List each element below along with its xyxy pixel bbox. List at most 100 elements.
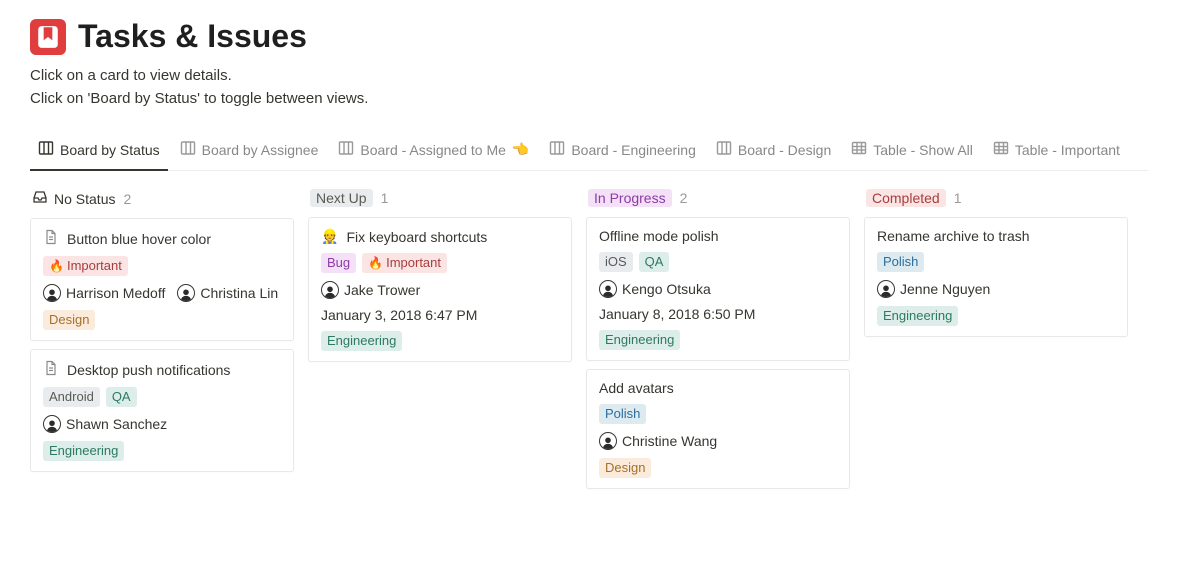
tab-board-design[interactable]: Board - Design <box>708 134 839 171</box>
board-icon <box>180 140 196 159</box>
card-tags: Polish <box>599 404 837 424</box>
tab-board-by-status[interactable]: Board by Status <box>30 134 168 171</box>
card-team-tags: Engineering <box>877 306 1115 326</box>
assignee-name: Jenne Nguyen <box>900 281 990 297</box>
card-emoji-icon: 👷 <box>321 228 338 245</box>
column-next-up: Next Up 1 👷 Fix keyboard shortcuts Bug 🔥Imp… <box>308 185 572 370</box>
avatar-icon <box>599 280 617 298</box>
tab-label: Table - Important <box>1015 142 1120 158</box>
table-icon <box>993 140 1009 159</box>
column-title: In Progress <box>588 189 672 207</box>
column-completed: Completed 1 Rename archive to trash Polis… <box>864 185 1128 345</box>
tag-important: 🔥Important <box>43 256 128 276</box>
card[interactable]: Button blue hover color 🔥Important Harris… <box>30 218 294 341</box>
tab-table-important[interactable]: Table - Important <box>985 134 1128 171</box>
card-title: Desktop push notifications <box>67 362 230 378</box>
assignee: Jenne Nguyen <box>877 280 990 298</box>
tag-ios: iOS <box>599 252 633 272</box>
tag-bug: Bug <box>321 253 356 273</box>
assignee: Shawn Sanchez <box>43 415 167 433</box>
card[interactable]: Desktop push notifications Android QA Shaw… <box>30 349 294 472</box>
tag-engineering: Engineering <box>599 330 680 350</box>
tab-label: Board - Assigned to Me <box>360 142 506 158</box>
assignee-name: Christina Lin <box>200 285 278 301</box>
card[interactable]: Add avatars Polish Christine Wang Design <box>586 369 850 489</box>
tab-board-assigned-to-me[interactable]: Board - Assigned to Me 👈 <box>330 134 537 171</box>
fire-icon: 🔥 <box>368 254 383 272</box>
card-date: January 3, 2018 6:47 PM <box>321 307 559 323</box>
avatar-icon <box>43 415 61 433</box>
card[interactable]: Rename archive to trash Polish Jenne Nguy… <box>864 217 1128 337</box>
assignee: Kengo Otsuka <box>599 280 711 298</box>
column-in-progress: In Progress 2 Offline mode polish iOS QA K… <box>586 185 850 497</box>
assignee-name: Harrison Medoff <box>66 285 165 301</box>
tag-engineering: Engineering <box>877 306 958 326</box>
assignee: Christina Lin <box>177 284 278 302</box>
assignee: Jake Trower <box>321 281 420 299</box>
column-count: 1 <box>954 190 962 206</box>
tab-label: Board by Status <box>60 142 160 158</box>
card-title: Offline mode polish <box>599 228 719 244</box>
card-title: Add avatars <box>599 380 674 396</box>
card-date: January 8, 2018 6:50 PM <box>599 306 837 322</box>
card[interactable]: Offline mode polish iOS QA Kengo Otsuka Ja… <box>586 217 850 361</box>
avatar-icon <box>599 432 617 450</box>
card-tags: Android QA <box>43 387 281 407</box>
tab-board-by-assignee[interactable]: Board by Assignee <box>172 134 327 171</box>
bookmark-icon <box>35 24 61 50</box>
tab-table-show-all[interactable]: Table - Show All <box>843 134 981 171</box>
column-header[interactable]: No Status 2 <box>30 185 294 218</box>
card-assignees: Harrison Medoff Christina Lin <box>43 284 281 302</box>
tab-board-engineering[interactable]: Board - Engineering <box>541 134 704 171</box>
column-header[interactable]: In Progress 2 <box>586 185 850 217</box>
subtitle-line-1: Click on a card to view details. <box>30 65 1148 88</box>
card-team-tags: Engineering <box>321 331 559 351</box>
board-icon <box>716 140 732 159</box>
assignee-name: Kengo Otsuka <box>622 281 711 297</box>
card[interactable]: 👷 Fix keyboard shortcuts Bug 🔥Important Jak… <box>308 217 572 362</box>
tab-label: Board - Engineering <box>571 142 696 158</box>
page-title: Tasks & Issues <box>78 18 307 55</box>
tag-important: 🔥Important <box>362 253 447 273</box>
card-tags: 🔥Important <box>43 256 281 276</box>
column-header[interactable]: Completed 1 <box>864 185 1128 217</box>
card-assignees: Kengo Otsuka <box>599 280 837 298</box>
assignee-name: Jake Trower <box>344 282 420 298</box>
avatar-icon <box>177 284 195 302</box>
tag-qa: QA <box>639 252 670 272</box>
tab-label: Board by Assignee <box>202 142 319 158</box>
tag-engineering: Engineering <box>43 441 124 461</box>
inbox-icon <box>32 189 48 208</box>
avatar-icon <box>877 280 895 298</box>
subtitle-line-2: Click on 'Board by Status' to toggle bet… <box>30 88 1148 111</box>
tag-engineering: Engineering <box>321 331 402 351</box>
card-title: Fix keyboard shortcuts <box>346 229 487 245</box>
tag-android: Android <box>43 387 100 407</box>
avatar-icon <box>321 281 339 299</box>
card-team-tags: Engineering <box>599 330 837 350</box>
table-icon <box>851 140 867 159</box>
fire-icon: 🔥 <box>49 257 64 275</box>
tag-qa: QA <box>106 387 137 407</box>
avatar-icon <box>43 284 61 302</box>
card-title: Rename archive to trash <box>877 228 1030 244</box>
tag-polish: Polish <box>599 404 646 424</box>
column-title-text: No Status <box>54 191 115 207</box>
column-title: Next Up <box>310 189 373 207</box>
document-icon <box>43 360 59 379</box>
card-assignees: Jake Trower <box>321 281 559 299</box>
tag-design: Design <box>599 458 651 478</box>
card-tags: Polish <box>877 252 1115 272</box>
assignee-name: Christine Wang <box>622 433 717 449</box>
app-icon <box>30 19 66 55</box>
card-title-row: Offline mode polish <box>599 228 837 244</box>
board-icon <box>38 140 54 159</box>
tag-polish: Polish <box>877 252 924 272</box>
tag-design: Design <box>43 310 95 330</box>
card-title-row: Button blue hover color <box>43 229 281 248</box>
board-icon <box>549 140 565 159</box>
column-header[interactable]: Next Up 1 <box>308 185 572 217</box>
card-title-row: Desktop push notifications <box>43 360 281 379</box>
kanban-board: No Status 2 Button blue hover color 🔥Impo… <box>30 185 1148 497</box>
column-title: No Status <box>32 189 115 208</box>
